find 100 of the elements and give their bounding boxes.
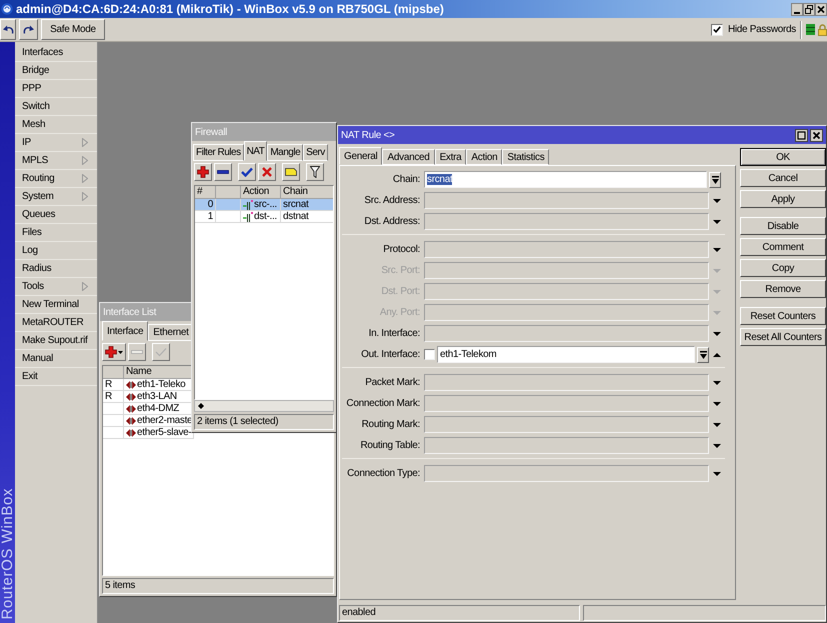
menu-item[interactable]: New Terminal bbox=[15, 296, 97, 314]
rule-number: 1 bbox=[208, 211, 213, 222]
add-button[interactable] bbox=[102, 343, 126, 361]
menu-item[interactable]: MetaROUTER bbox=[15, 314, 97, 332]
dropdown-field[interactable] bbox=[424, 283, 709, 300]
dropdown-arrow-icon[interactable] bbox=[713, 402, 721, 406]
tab[interactable]: NAT bbox=[244, 141, 268, 161]
tab[interactable]: General bbox=[339, 147, 382, 165]
menu-item[interactable]: MPLS bbox=[15, 152, 97, 170]
dialog-button[interactable]: Reset All Counters bbox=[740, 328, 826, 346]
dropdown-field[interactable] bbox=[424, 374, 709, 391]
dropdown-field[interactable] bbox=[424, 213, 709, 230]
field-label: Routing Table: bbox=[359, 440, 421, 451]
tab[interactable]: Filter Rules bbox=[193, 144, 244, 161]
dropdown-arrow-icon[interactable] bbox=[713, 220, 721, 224]
dropdown-field[interactable] bbox=[424, 325, 709, 342]
maximize-icon[interactable] bbox=[795, 128, 808, 142]
dropdown-arrow-icon[interactable] bbox=[713, 380, 721, 384]
minus-icon bbox=[217, 170, 229, 174]
close-icon[interactable] bbox=[815, 2, 827, 16]
rule-chain: srcnat bbox=[283, 199, 308, 210]
table-row[interactable]: 1 dst-... dstnat bbox=[195, 211, 333, 223]
tab[interactable]: Statistics bbox=[502, 149, 550, 165]
input-field[interactable]: srcnat bbox=[424, 171, 707, 188]
dialog-button[interactable]: Apply bbox=[740, 190, 826, 208]
menu-item[interactable]: Files bbox=[15, 224, 97, 242]
tab[interactable]: Mangle bbox=[267, 144, 304, 161]
menu-item[interactable]: PPP bbox=[15, 80, 97, 98]
dropdown-arrow-icon[interactable] bbox=[713, 198, 721, 202]
field-label: In. Interface: bbox=[368, 328, 421, 339]
checkbox[interactable] bbox=[710, 24, 723, 36]
redo-button[interactable] bbox=[19, 19, 38, 40]
menu-item[interactable]: Mesh bbox=[15, 116, 97, 134]
checkbox[interactable] bbox=[424, 349, 435, 360]
dialog-button[interactable]: Remove bbox=[740, 280, 826, 298]
column-header[interactable]: Chain bbox=[281, 186, 333, 199]
combo-button[interactable] bbox=[709, 172, 721, 188]
dropdown-field[interactable] bbox=[424, 465, 709, 482]
undo-icon bbox=[2, 25, 14, 34]
menu-item[interactable]: Radius bbox=[15, 260, 97, 278]
dropdown-field[interactable] bbox=[424, 192, 709, 209]
dropdown-arrow-icon[interactable] bbox=[713, 444, 721, 448]
menu-item[interactable]: Switch bbox=[15, 98, 97, 116]
menu-item[interactable]: Interfaces bbox=[15, 44, 97, 62]
dialog-button[interactable]: Reset Counters bbox=[740, 307, 826, 325]
enable-button[interactable] bbox=[238, 163, 256, 181]
menu-item[interactable]: Log bbox=[15, 242, 97, 260]
dropdown-field[interactable] bbox=[424, 416, 709, 433]
comment-button[interactable] bbox=[282, 163, 300, 181]
dropdown-arrow-icon[interactable] bbox=[713, 332, 721, 336]
dialog-button[interactable]: Copy bbox=[740, 259, 826, 277]
tab[interactable]: Interface bbox=[102, 321, 148, 341]
field-label: Out. Interface: bbox=[360, 349, 421, 360]
menu-item[interactable]: IP bbox=[15, 134, 97, 152]
dialog-button[interactable]: Disable bbox=[740, 217, 826, 235]
menu-item[interactable]: Manual bbox=[15, 350, 97, 368]
dropdown-arrow-icon[interactable] bbox=[713, 472, 721, 476]
minimize-icon[interactable] bbox=[791, 2, 803, 16]
tab[interactable]: Advanced bbox=[382, 149, 435, 165]
dropdown-arrow-icon[interactable] bbox=[713, 422, 721, 426]
dialog-button[interactable]: OK bbox=[740, 148, 826, 166]
column-header[interactable]: Name bbox=[124, 366, 194, 379]
close-icon[interactable] bbox=[810, 128, 823, 142]
menu-item[interactable]: Queues bbox=[15, 206, 97, 224]
status-letter: R bbox=[105, 391, 112, 402]
field-label: Packet Mark: bbox=[364, 377, 421, 388]
dropdown-field[interactable] bbox=[424, 262, 709, 279]
combo-button[interactable] bbox=[697, 346, 709, 362]
remove-button[interactable] bbox=[214, 163, 232, 181]
menu-item[interactable]: Exit bbox=[15, 368, 97, 386]
dialog-button[interactable]: Comment bbox=[740, 238, 826, 256]
menu-item[interactable]: Make Supout.rif bbox=[15, 332, 97, 350]
horizontal-scrollbar[interactable] bbox=[194, 400, 334, 412]
table-row[interactable]: 0 src-... srcnat bbox=[195, 199, 333, 211]
checkbox-label[interactable]: Hide Passwords bbox=[728, 24, 796, 35]
tab[interactable]: Action bbox=[466, 149, 502, 165]
rule-chain: dstnat bbox=[283, 211, 308, 222]
filter-button[interactable] bbox=[306, 163, 324, 181]
menu-item[interactable]: Tools bbox=[15, 278, 97, 296]
dropdown-arrow-icon[interactable] bbox=[713, 248, 721, 252]
undo-button[interactable] bbox=[0, 19, 16, 40]
dropdown-field[interactable] bbox=[424, 437, 709, 454]
dropdown-field[interactable] bbox=[424, 304, 709, 321]
tab[interactable]: Ethernet bbox=[148, 324, 194, 341]
dialog-button[interactable]: Cancel bbox=[740, 169, 826, 187]
column-header[interactable]: # bbox=[195, 186, 216, 199]
tab[interactable]: Serv bbox=[303, 144, 328, 161]
up-arrow-icon[interactable] bbox=[713, 352, 721, 356]
tab[interactable]: Extra bbox=[434, 149, 466, 165]
disable-button[interactable] bbox=[258, 163, 276, 181]
menu-item[interactable]: System bbox=[15, 188, 97, 206]
safe-mode-button[interactable]: Safe Mode bbox=[41, 19, 105, 40]
menu-item[interactable]: Bridge bbox=[15, 62, 97, 80]
column-header[interactable]: Action bbox=[241, 186, 281, 199]
menu-item[interactable]: Routing bbox=[15, 170, 97, 188]
add-button[interactable] bbox=[194, 163, 212, 181]
dropdown-field[interactable] bbox=[424, 395, 709, 412]
dropdown-field[interactable] bbox=[424, 241, 709, 258]
input-field[interactable]: eth1-Telekom bbox=[437, 346, 695, 363]
restore-icon[interactable] bbox=[803, 2, 815, 16]
